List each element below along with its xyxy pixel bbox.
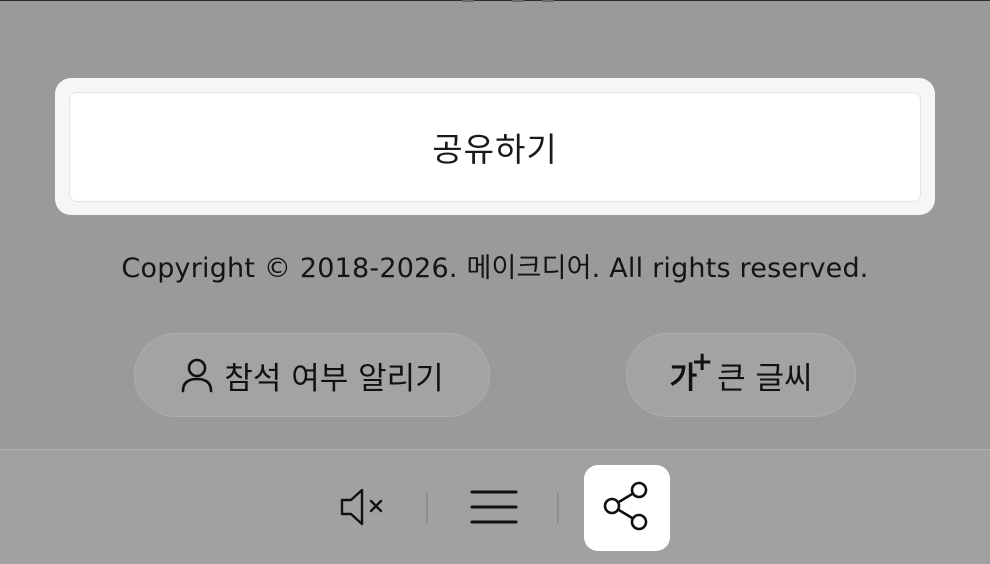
- rsvp-button[interactable]: 참석 여부 알리기: [134, 333, 490, 417]
- toolbar-divider: [426, 493, 428, 523]
- share-icon: [601, 480, 653, 536]
- top-edge-line: [0, 0, 990, 1]
- share-option-label: 공유하기: [432, 130, 558, 169]
- menu-button[interactable]: [464, 479, 524, 539]
- rsvp-label: 참석 여부 알리기: [224, 360, 444, 397]
- copyright-text: Copyright © 2018-2026. 메이크디어. All rights…: [121, 253, 869, 284]
- top-edge-mark: [462, 0, 474, 2]
- top-edge-mark: [512, 0, 524, 2]
- font-size-icon: 가 +: [669, 347, 714, 396]
- large-font-button[interactable]: 가 + 큰 글씨: [626, 333, 856, 417]
- share-card: 공유하기: [55, 78, 935, 215]
- toolbar-divider: [557, 493, 559, 523]
- top-edge-mark: [542, 0, 554, 2]
- mute-icon: [338, 484, 390, 534]
- share-button[interactable]: [584, 465, 670, 551]
- mute-button[interactable]: [334, 479, 394, 539]
- person-icon: [180, 356, 214, 394]
- large-font-label: 큰 글씨: [717, 360, 813, 397]
- menu-icon: [469, 487, 519, 531]
- share-option-button[interactable]: 공유하기: [69, 92, 921, 202]
